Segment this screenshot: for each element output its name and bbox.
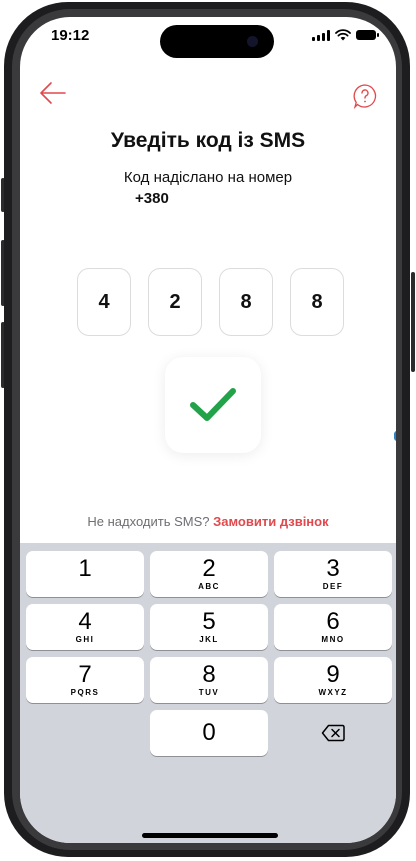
phone-number: +380	[135, 190, 169, 207]
arrow-left-icon[interactable]	[38, 79, 68, 107]
key-2[interactable]: 2 ABC	[150, 551, 268, 597]
key-digit: 9	[326, 661, 340, 688]
resend-row: Не надходить SMS? Замовити дзвінок	[20, 514, 396, 529]
camera-icon	[247, 36, 258, 47]
key-letters: ABC	[198, 582, 220, 591]
code-digit-3[interactable]: 8	[219, 268, 273, 336]
key-3[interactable]: 3 DEF	[274, 551, 392, 597]
key-letters: PQRS	[70, 688, 100, 697]
key-8[interactable]: 8 TUV	[150, 657, 268, 703]
request-call-link[interactable]: Замовити дзвінок	[213, 514, 329, 529]
checkmark-icon	[190, 388, 236, 421]
status-icons	[312, 29, 379, 41]
key-digit: 6	[326, 608, 340, 635]
battery-icon	[356, 30, 379, 40]
key-9[interactable]: 9 WXYZ	[274, 657, 392, 703]
key-digit: 8	[202, 661, 216, 688]
success-indicator	[165, 357, 261, 453]
key-digit: 2	[202, 555, 216, 582]
home-indicator[interactable]	[142, 833, 278, 838]
key-5[interactable]: 5 JKL	[150, 604, 268, 650]
key-digit: 7	[78, 661, 92, 688]
key-letters: TUV	[198, 688, 220, 697]
key-letters: WXYZ	[318, 688, 348, 697]
code-input-group: 4 2 8 8	[77, 268, 344, 336]
screen: 19:12 Уведіть код із SMS Код надіслано н…	[20, 17, 396, 843]
key-digit: 4	[78, 608, 92, 635]
keypad-grid: 1 2 ABC 3 DEF 4 GHI 5 JKL 6 MNO 7 PQRS 8 TUV 9W…	[26, 551, 392, 756]
wifi-icon	[335, 29, 351, 41]
key-1[interactable]: 1	[26, 551, 144, 597]
key-digit: 3	[326, 555, 340, 582]
power-button	[411, 272, 415, 372]
key-0[interactable]: 0	[150, 710, 268, 756]
backspace-icon	[321, 724, 345, 742]
code-digit-4[interactable]: 8	[290, 268, 344, 336]
key-digit: 5	[202, 608, 216, 635]
key-letters: GHI	[75, 635, 95, 644]
delete-key[interactable]	[274, 710, 392, 756]
status-time: 19:12	[51, 27, 90, 44]
key-letters: DEF	[322, 582, 344, 591]
code-digit-1[interactable]: 4	[77, 268, 131, 336]
key-4[interactable]: 4 GHI	[26, 604, 144, 650]
key-letters: MNO	[321, 635, 345, 644]
stage: 19:12 Уведіть код із SMS Код надіслано н…	[0, 0, 416, 861]
numeric-keypad: 1 2 ABC 3 DEF 4 GHI 5 JKL 6 MNO 7 PQRS 8 TUV 9W…	[20, 543, 396, 843]
code-digit-2[interactable]: 2	[148, 268, 202, 336]
key-7[interactable]: 7 PQRS	[26, 657, 144, 703]
key-digit: 0	[202, 719, 216, 746]
resend-prompt: Не надходить SMS?	[87, 514, 214, 529]
key-6[interactable]: 6 MNO	[274, 604, 392, 650]
help-circle-icon[interactable]	[352, 83, 378, 109]
dynamic-island	[160, 25, 274, 58]
page-subtitle: Код надіслано на номер	[123, 169, 293, 186]
key-digit: 1	[78, 555, 92, 582]
key-blank	[26, 710, 144, 756]
side-indicator	[394, 431, 396, 441]
key-letters: JKL	[199, 635, 219, 644]
page-title: Уведіть код із SMS	[110, 129, 306, 152]
signal-icon	[312, 29, 330, 41]
